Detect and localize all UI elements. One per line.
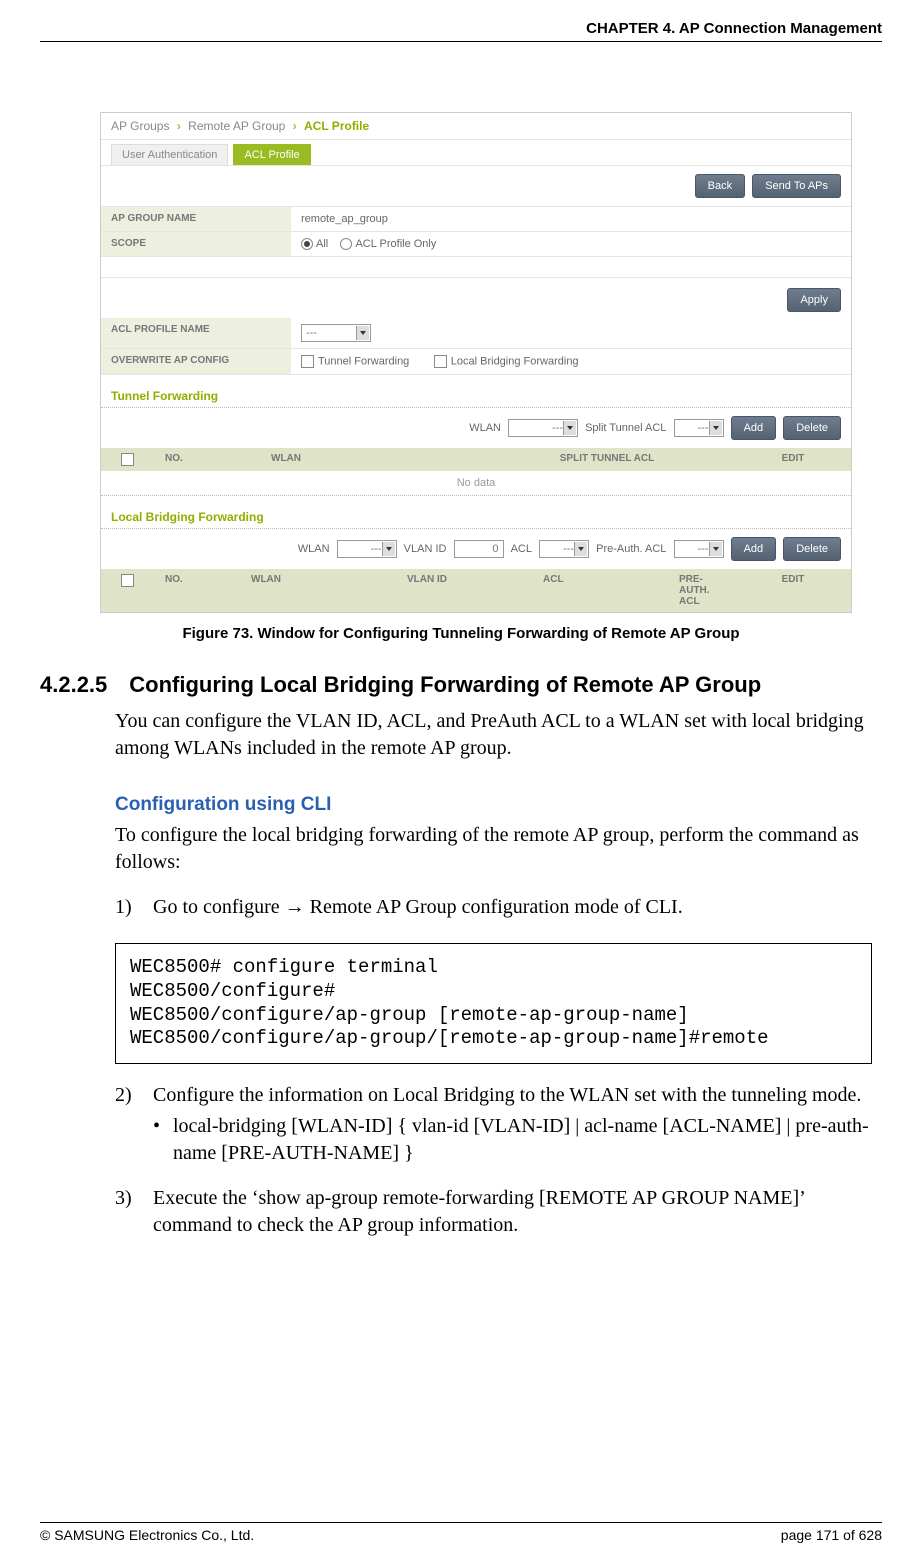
value-ap-group-name: remote_ap_group [291, 207, 851, 231]
th-no: NO. [157, 453, 263, 466]
bullet-icon: • [153, 1113, 173, 1167]
tunnel-stacl-label: Split Tunnel ACL [585, 422, 666, 434]
figure-caption: Figure 73. Window for Configuring Tunnel… [40, 625, 882, 642]
section-paragraph: You can configure the VLAN ID, ACL, and … [115, 708, 872, 762]
label-scope: SCOPE [101, 232, 291, 256]
send-to-aps-button[interactable]: Send To APs [752, 174, 841, 198]
local-acl-select[interactable]: --- [539, 540, 589, 558]
tunnel-wlan-label: WLAN [469, 422, 501, 434]
step-text-3: Execute the ‘show ap-group remote-forwar… [153, 1185, 882, 1239]
tabs: User Authentication ACL Profile [101, 140, 851, 166]
check-local-bridging-label: Local Bridging Forwarding [451, 356, 579, 368]
tunnel-wlan-select[interactable]: --- [508, 419, 578, 437]
th-edit: EDIT [735, 453, 851, 466]
check-tunnel-fwd[interactable] [301, 355, 314, 368]
th-lwlan: WLAN [243, 574, 399, 607]
local-acl-label: ACL [511, 543, 532, 555]
tunnel-add-button[interactable]: Add [731, 416, 777, 440]
breadcrumb: AP Groups › Remote AP Group › ACL Profil… [101, 113, 851, 140]
step-marker-1: 1) [115, 894, 153, 921]
footer-copyright: © SAMSUNG Electronics Co., Ltd. [40, 1527, 254, 1543]
th-ledit: EDIT [735, 574, 851, 607]
apply-button[interactable]: Apply [787, 288, 841, 312]
local-preauth-label: Pre-Auth. ACL [596, 543, 666, 555]
section-local-bridging: Local Bridging Forwarding [101, 496, 851, 529]
local-preauth-select[interactable]: --- [674, 540, 724, 558]
th-lpre: PRE-AUTH. ACL [671, 574, 735, 607]
radio-all-label: All [316, 238, 328, 250]
th-lvlan: VLAN ID [399, 574, 535, 607]
tab-user-auth[interactable]: User Authentication [111, 144, 228, 165]
page-header: CHAPTER 4. AP Connection Management [40, 20, 882, 42]
th-stacl: SPLIT TUNNEL ACL [479, 453, 735, 466]
embedded-ui-figure: AP Groups › Remote AP Group › ACL Profil… [100, 112, 852, 613]
local-vlan-input[interactable]: 0 [454, 540, 504, 558]
local-delete-button[interactable]: Delete [783, 537, 841, 561]
cli-paragraph: To configure the local bridging forwardi… [115, 822, 872, 876]
radio-acl-only-label: ACL Profile Only [355, 238, 436, 250]
tab-acl-profile[interactable]: ACL Profile [233, 144, 310, 165]
tunnel-delete-button[interactable]: Delete [783, 416, 841, 440]
tunnel-stacl-select[interactable]: --- [674, 419, 724, 437]
radio-acl-only[interactable] [340, 238, 352, 250]
bullet-text: local-bridging [WLAN-ID] { vlan-id [VLAN… [173, 1113, 882, 1167]
label-overwrite: OVERWRITE AP CONFIG [101, 349, 291, 374]
code-block: WEC8500# configure terminal WEC8500/conf… [115, 943, 872, 1064]
step-marker-3: 3) [115, 1185, 153, 1239]
check-tunnel-fwd-label: Tunnel Forwarding [318, 356, 409, 368]
th-lacl: ACL [535, 574, 671, 607]
radio-all[interactable] [301, 238, 313, 250]
local-vlan-label: VLAN ID [404, 543, 447, 555]
tunnel-table-header: NO. WLAN SPLIT TUNNEL ACL EDIT [101, 448, 851, 471]
section-heading: 4.2.2.5 Configuring Local Bridging Forwar… [40, 672, 882, 698]
local-check-all[interactable] [121, 574, 134, 587]
back-button[interactable]: Back [695, 174, 745, 198]
footer-page-number: page 171 of 628 [781, 1527, 882, 1543]
step-text-2: Configure the information on Local Bridg… [153, 1082, 882, 1109]
label-acl-profile-name: ACL PROFILE NAME [101, 318, 291, 348]
label-ap-group-name: AP GROUP NAME [101, 207, 291, 231]
cli-subheading: Configuration using CLI [115, 794, 882, 816]
step-text-1: Go to configure → Remote AP Group config… [153, 894, 882, 921]
crumb-current: ACL Profile [304, 119, 369, 133]
ordered-list: 1) Go to configure → Remote AP Group con… [115, 894, 882, 921]
section-title: Configuring Local Bridging Forwarding of… [129, 672, 761, 697]
crumb-1[interactable]: AP Groups [111, 119, 169, 133]
select-acl-profile[interactable]: --- [301, 324, 371, 342]
local-wlan-label: WLAN [298, 543, 330, 555]
local-add-button[interactable]: Add [731, 537, 777, 561]
th-lno: NO. [157, 574, 243, 607]
local-table-header: NO. WLAN VLAN ID ACL PRE-AUTH. ACL EDIT [101, 569, 851, 612]
crumb-2[interactable]: Remote AP Group [188, 119, 285, 133]
tunnel-check-all[interactable] [121, 453, 134, 466]
check-local-bridging[interactable] [434, 355, 447, 368]
th-wlan: WLAN [263, 453, 479, 466]
step-marker-2: 2) [115, 1082, 153, 1109]
page-footer: © SAMSUNG Electronics Co., Ltd. page 171… [40, 1522, 882, 1543]
local-wlan-select[interactable]: --- [337, 540, 397, 558]
section-tunnel-forwarding: Tunnel Forwarding [101, 375, 851, 408]
section-number: 4.2.2.5 [40, 672, 107, 698]
top-action-bar: Back Send To APs [101, 166, 851, 207]
tunnel-nodata: No data [101, 471, 851, 496]
